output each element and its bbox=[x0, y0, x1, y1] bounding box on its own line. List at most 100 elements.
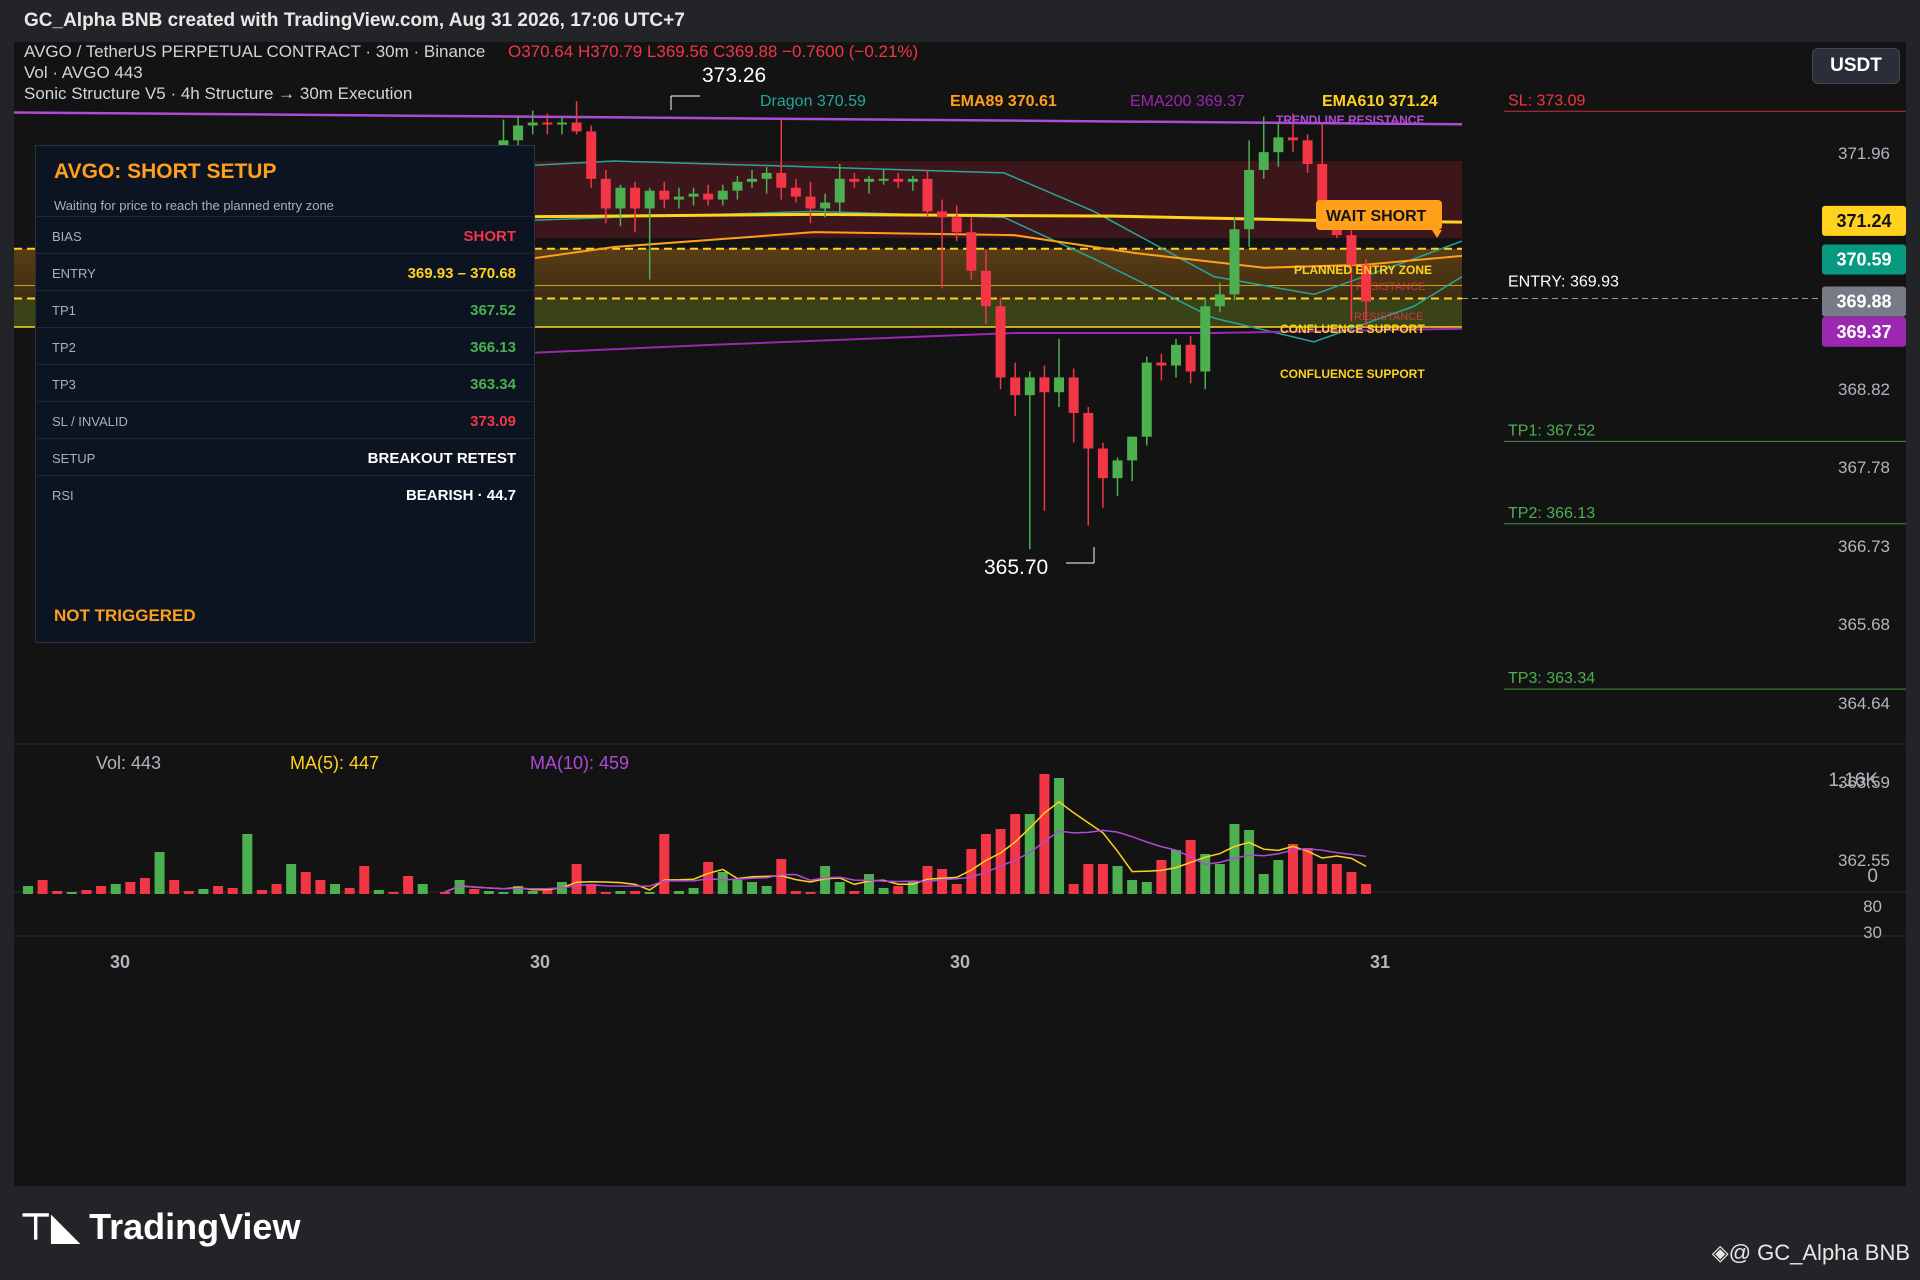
panel-status: NOT TRIGGERED bbox=[54, 606, 196, 625]
window-title: GC_Alpha BNB created with TradingView.co… bbox=[24, 10, 685, 31]
chart-area[interactable]: SL: 373.09 TP1: 367.52 TP2: 366.13 TP3: 363… bbox=[14, 42, 1906, 1186]
candle-body bbox=[1156, 362, 1167, 366]
volume-bar bbox=[790, 891, 801, 894]
tp1-level-label: TP1: 367.52 bbox=[1508, 422, 1595, 439]
volume-bar bbox=[1302, 848, 1313, 894]
price-tag-text: 369.88 bbox=[1836, 292, 1891, 312]
panel-row-label: BIAS bbox=[52, 229, 82, 244]
volume-bar bbox=[1112, 866, 1123, 894]
volume-bar bbox=[893, 886, 904, 894]
panel-row-label: SL / INVALID bbox=[52, 414, 128, 429]
volume-bar bbox=[483, 891, 494, 894]
candle-body bbox=[907, 178, 918, 182]
ohlc-values: O370.64 H370.79 L369.56 C369.88 −0.7600 … bbox=[508, 42, 919, 61]
volume-legend[interactable]: Vol · AVGO 443 bbox=[24, 63, 143, 83]
panel-subtitle: Waiting for price to reach the planned e… bbox=[54, 198, 334, 213]
volume-bar bbox=[1244, 830, 1255, 894]
volume-bar bbox=[1010, 814, 1021, 894]
entry-zone-label: PLANNED ENTRY ZONE bbox=[1294, 263, 1432, 277]
candle-body bbox=[703, 193, 714, 200]
time-axis-tick: 30 bbox=[110, 952, 130, 972]
candle-body bbox=[571, 122, 582, 132]
panel-row: TP2 366.13 bbox=[36, 327, 534, 365]
volume-bar bbox=[1156, 860, 1167, 894]
volume-bar bbox=[834, 882, 845, 894]
panel-row-value: SHORT bbox=[463, 228, 517, 245]
volume-bar bbox=[673, 891, 684, 894]
panel-row: TP1 367.52 bbox=[36, 290, 534, 328]
volume-bar bbox=[1185, 840, 1196, 894]
candle-body bbox=[527, 122, 538, 126]
candle-body bbox=[717, 190, 728, 200]
volume-bar bbox=[125, 882, 136, 894]
credit-text: @ GC_Alpha BNB bbox=[1728, 1240, 1910, 1265]
volume-bar bbox=[286, 864, 297, 894]
indicator-legend[interactable]: Sonic Structure V5 · 4h Structure → 30m … bbox=[24, 84, 412, 104]
candle-body bbox=[747, 178, 758, 182]
panel-row-value: BEARISH · 44.7 bbox=[405, 487, 516, 504]
volume-bar bbox=[139, 878, 150, 894]
volume-bar bbox=[300, 872, 311, 894]
diamond-icon: ◈ bbox=[1711, 1240, 1729, 1265]
volume-bar bbox=[271, 884, 282, 894]
candle-body bbox=[863, 178, 874, 182]
tp2-level-label: TP2: 366.13 bbox=[1508, 505, 1595, 522]
volume-bar bbox=[469, 889, 480, 894]
volume-bar bbox=[440, 892, 450, 894]
candle-body bbox=[600, 178, 611, 209]
candle-body bbox=[673, 196, 684, 200]
volume-bar bbox=[23, 886, 33, 894]
volume-axis-max: 1.16K bbox=[1828, 770, 1878, 791]
panel-row-label: SETUP bbox=[52, 451, 96, 466]
candle-body bbox=[542, 122, 553, 125]
resistance-label: RESISTANCE bbox=[1356, 281, 1425, 293]
volume-bar bbox=[849, 891, 860, 894]
panel-row-value: 373.09 bbox=[470, 413, 516, 430]
volume-bar bbox=[1054, 778, 1065, 894]
volume-bar bbox=[761, 886, 772, 894]
volume-bar bbox=[154, 852, 165, 894]
volume-bar bbox=[659, 834, 670, 894]
volume-bar bbox=[1214, 864, 1225, 894]
panel-row-value: 366.13 bbox=[470, 339, 516, 356]
currency-button[interactable]: USDT bbox=[1812, 48, 1900, 84]
volume-bar bbox=[688, 888, 699, 894]
candle-body bbox=[586, 131, 597, 179]
candle-body bbox=[1039, 377, 1050, 393]
candle-body bbox=[1229, 229, 1240, 295]
candle-body bbox=[1112, 460, 1123, 479]
volume-bar bbox=[227, 888, 238, 894]
logo-text: TradingView bbox=[89, 1206, 301, 1247]
candle-body bbox=[805, 196, 816, 209]
volume-bar bbox=[1361, 884, 1372, 894]
time-axis-tick: 31 bbox=[1370, 952, 1390, 972]
candle-body bbox=[1097, 448, 1108, 479]
vol-value-label: Vol: 443 bbox=[96, 753, 161, 773]
volume-bar bbox=[1317, 864, 1328, 894]
symbol-title[interactable]: AVGO / TetherUS PERPETUAL CONTRACT · 30m… bbox=[24, 42, 485, 62]
candle-body bbox=[820, 202, 831, 209]
panel-row-label: TP2 bbox=[52, 340, 76, 355]
volume-bar bbox=[951, 884, 962, 894]
sl-level-label: SL: 373.09 bbox=[1508, 92, 1586, 109]
volume-bar bbox=[256, 890, 267, 894]
wait-short-text: WAIT SHORT bbox=[1326, 208, 1427, 225]
panel-row-value: BREAKOUT RETEST bbox=[367, 450, 516, 467]
candle-body bbox=[761, 172, 772, 179]
ema200-label: EMA200 369.37 bbox=[1130, 93, 1245, 110]
panel-row-label: TP1 bbox=[52, 303, 76, 318]
candle-body bbox=[980, 270, 991, 307]
volume-bar bbox=[330, 884, 341, 894]
candle-body bbox=[615, 187, 626, 209]
author-credit: ◈@ GC_Alpha BNB bbox=[1712, 1240, 1910, 1266]
volume-bar bbox=[417, 884, 428, 894]
setup-panel: AVGO: SHORT SETUP Waiting for price to r… bbox=[35, 145, 535, 643]
volume-bar bbox=[359, 866, 370, 894]
volume-bar bbox=[805, 892, 816, 894]
volume-bar bbox=[878, 888, 889, 894]
panel-row-value: 363.34 bbox=[470, 376, 516, 393]
volume-bar bbox=[498, 892, 509, 894]
candle-body bbox=[1083, 412, 1094, 449]
volume-bar bbox=[995, 829, 1006, 894]
candle-body bbox=[951, 217, 962, 233]
